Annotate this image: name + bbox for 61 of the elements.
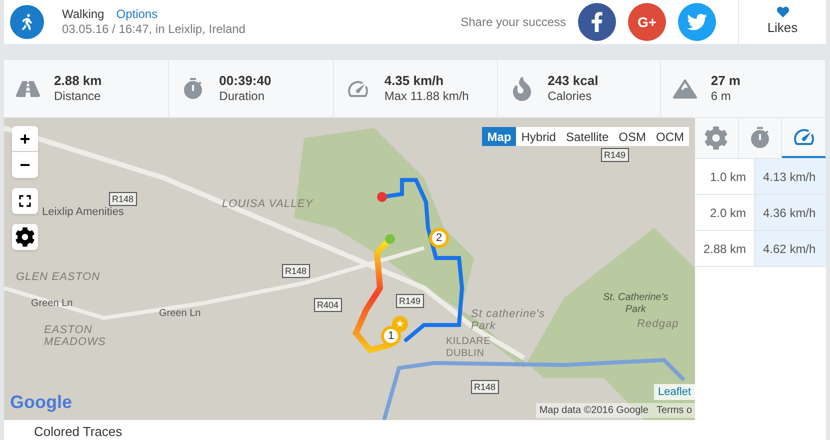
map-label: EASTON MEADOWS bbox=[44, 324, 106, 348]
zoom-in-button[interactable]: + bbox=[12, 126, 38, 152]
stat-label: 6 m bbox=[710, 89, 732, 104]
split-speed-cell: 4.13 km/h bbox=[755, 159, 826, 194]
walking-figure-icon bbox=[19, 14, 35, 30]
activity-title: Walking bbox=[62, 7, 104, 22]
map-label: St. Catherine's Park bbox=[603, 292, 668, 316]
map-label: Redgap bbox=[637, 318, 679, 330]
map-label: Leixlip Amenities bbox=[42, 206, 124, 218]
map-data-attribution: Map data ©2016 Google bbox=[539, 404, 648, 418]
map-layer-tab[interactable]: Satellite bbox=[560, 127, 614, 146]
map-label: R148 bbox=[471, 380, 499, 394]
map-label: KILDARE DUBLIN bbox=[446, 336, 491, 360]
terms-link[interactable]: Terms o bbox=[656, 403, 692, 418]
map-label: Green Ln bbox=[31, 298, 73, 310]
section-title: Colored Traces bbox=[34, 424, 122, 440]
share-label: Share your success bbox=[460, 14, 566, 31]
stopwatch-icon bbox=[748, 126, 772, 150]
map-label: R148 bbox=[282, 264, 310, 278]
split-speed-cell: 4.36 km/h bbox=[755, 195, 826, 230]
map-label: R404 bbox=[314, 298, 342, 312]
stat-label: Calories bbox=[548, 89, 593, 104]
gear-icon bbox=[15, 227, 35, 247]
stat-value: 00:39:40 bbox=[219, 72, 272, 90]
google-logo: Google bbox=[10, 391, 72, 414]
map-layer-tab[interactable]: OSM bbox=[614, 127, 651, 146]
map-label: LOUISA VALLEY bbox=[222, 198, 314, 210]
stat-value: 4.35 km/h bbox=[384, 72, 445, 90]
likes-label: Likes bbox=[767, 19, 798, 38]
map-label: R148 bbox=[109, 192, 137, 206]
mountain-icon bbox=[672, 76, 697, 100]
gear-icon bbox=[704, 126, 728, 150]
map-label: St catherine's Park bbox=[471, 308, 546, 332]
zoom-out-button[interactable]: − bbox=[12, 152, 38, 178]
stat-value: 2.88 km bbox=[54, 72, 102, 90]
map-label: R149 bbox=[396, 294, 424, 308]
settings-button[interactable] bbox=[12, 224, 38, 250]
stat-value: 243 kcal bbox=[548, 72, 598, 90]
stat-label: Duration bbox=[219, 89, 266, 104]
map-view[interactable] bbox=[4, 118, 695, 420]
map-layer-tab[interactable]: Map bbox=[482, 127, 516, 146]
google-share-button[interactable]: G+ bbox=[628, 3, 666, 41]
stat-label: Distance bbox=[54, 89, 102, 104]
finish-dot bbox=[377, 192, 387, 202]
bird-logo-icon bbox=[687, 12, 707, 32]
map-label: GLEN EASTON bbox=[16, 271, 100, 283]
facebook-share-button[interactable] bbox=[578, 3, 616, 41]
fullscreen-button[interactable] bbox=[12, 188, 38, 214]
heart-icon bbox=[776, 6, 788, 18]
map-label: R149 bbox=[601, 148, 629, 162]
stat-value: 27 m bbox=[710, 72, 740, 90]
options-link[interactable]: Options bbox=[116, 7, 158, 22]
twitter-share-button[interactable] bbox=[678, 3, 716, 41]
stat-label: Max 11.88 km/h bbox=[384, 89, 469, 104]
map-layer-tab[interactable]: OCM bbox=[651, 127, 689, 146]
map-layer-tab[interactable]: Hybrid bbox=[516, 127, 561, 146]
map-label: Green Ln bbox=[159, 308, 201, 320]
leaflet-link[interactable]: Leaflet bbox=[654, 384, 695, 400]
split-speed-cell: 4.62 km/h bbox=[755, 231, 826, 266]
start-dot bbox=[385, 234, 395, 244]
activity-meta: 03.05.16 / 16:47, in Leixlip, Ireland bbox=[62, 22, 246, 37]
